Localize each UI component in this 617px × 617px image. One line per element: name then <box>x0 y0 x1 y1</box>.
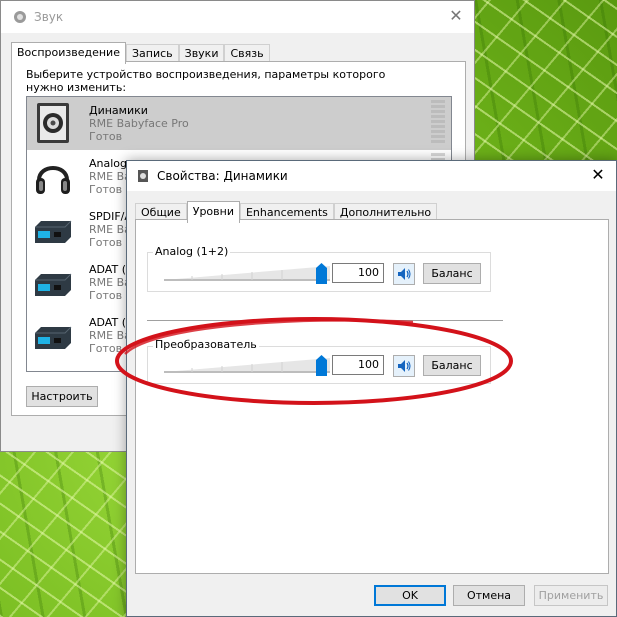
device-state: Готов <box>89 183 123 196</box>
separator-line <box>147 320 503 321</box>
device-driver: RME Ba <box>89 329 131 342</box>
device-state: Готов <box>89 236 123 249</box>
device-state: Готов <box>89 130 123 143</box>
mute-button[interactable] <box>393 263 415 285</box>
levels-panel: Analog (1+2) 100 Баланс Преобразователь <box>135 219 609 574</box>
digital-output-icon <box>35 220 72 243</box>
tab-playback[interactable]: Воспроизведение <box>11 42 126 64</box>
digital-output-icon <box>35 273 72 296</box>
sound-titlebar[interactable]: Звук ✕ <box>1 1 474 33</box>
device-driver: RME Ba <box>89 276 131 289</box>
device-driver: RME Babyface Pro <box>89 117 189 130</box>
device-state: Готов <box>89 342 123 355</box>
props-titlebar[interactable]: Свойства: Динамики ✕ <box>127 161 616 191</box>
speaker-app-icon <box>14 11 26 23</box>
channel-label: Analog (1+2) <box>153 245 231 258</box>
sound-tabs: Воспроизведение Запись Звуки Связь <box>11 41 270 64</box>
volume-value[interactable]: 100 <box>332 263 384 283</box>
tab-levels[interactable]: Уровни <box>186 201 240 223</box>
slider-thumb <box>316 263 327 284</box>
headphones-icon <box>36 166 70 194</box>
speaker-app-icon <box>138 170 148 182</box>
volume-value[interactable]: 100 <box>332 355 384 375</box>
balance-button[interactable]: Баланс <box>423 263 481 284</box>
ok-button[interactable]: OK <box>374 585 446 606</box>
channel-label: Преобразователь <box>153 338 259 351</box>
speaker-volume-icon <box>398 360 411 372</box>
props-close-button[interactable]: ✕ <box>588 166 608 186</box>
device-name: Динамики <box>89 104 148 117</box>
playback-prompt: Выберите устройство воспроизведения, пар… <box>26 68 386 94</box>
apply-button[interactable]: Применить <box>534 585 608 606</box>
cancel-button[interactable]: Отмена <box>453 585 525 606</box>
device-driver: RME Ba <box>89 170 131 183</box>
volume-slider[interactable] <box>162 262 332 284</box>
balance-button[interactable]: Баланс <box>423 355 481 376</box>
speaker-properties-window: Свойства: Динамики ✕ Общие Уровни Enhanc… <box>126 160 617 617</box>
volume-slider[interactable] <box>162 354 332 376</box>
device-state: Готов <box>89 289 123 302</box>
level-meter <box>431 100 445 145</box>
sound-window-title: Звук <box>34 10 64 24</box>
props-window-title: Свойства: Динамики <box>157 169 288 183</box>
mute-button[interactable] <box>393 355 415 377</box>
configure-button[interactable]: Настроить <box>26 386 98 407</box>
sound-close-button[interactable]: ✕ <box>446 7 466 27</box>
speaker-volume-icon <box>398 268 411 280</box>
device-name: Analog <box>89 157 128 170</box>
device-driver: RME Ba <box>89 223 131 236</box>
digital-output-icon <box>35 326 72 349</box>
speaker-icon <box>37 103 69 143</box>
device-row[interactable]: Динамики RME Babyface Pro Готов <box>27 97 451 150</box>
slider-thumb <box>316 355 327 376</box>
